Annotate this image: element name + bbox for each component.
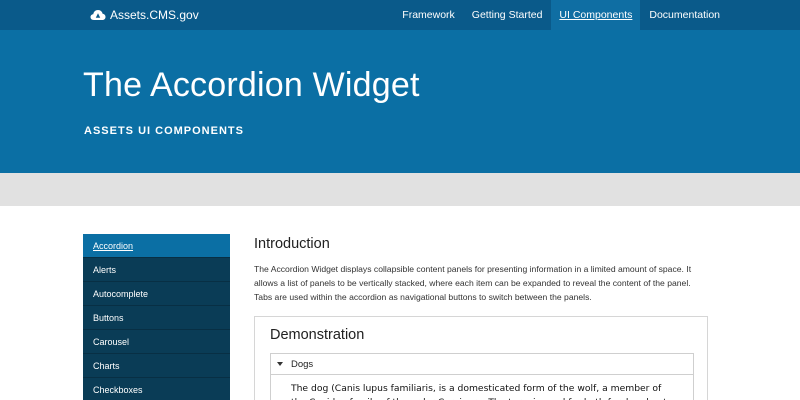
demonstration-panel: Demonstration Dogs The dog (Canis lupus … [254,316,708,400]
accordion-panel-body: The dog (Canis lupus familiaris, is a do… [270,374,694,400]
section-heading-introduction: Introduction [254,236,330,252]
cloud-icon [90,8,106,22]
section-heading-demonstration: Demonstration [270,327,365,343]
accordion-header-dogs[interactable]: Dogs [270,353,694,375]
nav-framework[interactable]: Framework [394,0,463,30]
sidebar-item-autocomplete[interactable]: Autocomplete [83,282,230,306]
accordion-header-label: Dogs [291,358,314,370]
intro-paragraph: The Accordion Widget displays collapsibl… [254,264,692,302]
main-content: Introduction The Accordion Widget displa… [254,234,714,304]
main-nav: Framework Getting Started UI Components … [393,0,728,30]
sidebar-item-accordion[interactable]: Accordion [83,234,230,258]
component-sidebar: Accordion Alerts Autocomplete Buttons Ca… [83,234,230,400]
page-subtitle: ASSETS UI COMPONENTS [84,125,244,137]
sidebar-item-alerts[interactable]: Alerts [83,258,230,282]
page-title: The Accordion Widget [83,66,420,104]
sidebar-item-charts[interactable]: Charts [83,354,230,378]
brand-link[interactable]: Assets.CMS.gov [90,6,199,24]
top-navigation-bar: Assets.CMS.gov Framework Getting Started… [0,0,800,30]
sidebar-item-carousel[interactable]: Carousel [83,330,230,354]
breadcrumb-band [0,173,800,206]
sidebar-item-buttons[interactable]: Buttons [83,306,230,330]
nav-getting-started[interactable]: Getting Started [464,0,551,30]
sidebar-item-checkboxes[interactable]: Checkboxes [83,378,230,400]
caret-down-icon [277,362,283,366]
brand-name: Assets.CMS.gov [110,8,199,22]
nav-ui-components[interactable]: UI Components [551,0,641,30]
hero-banner: The Accordion Widget ASSETS UI COMPONENT… [0,30,800,173]
nav-documentation[interactable]: Documentation [641,0,728,30]
